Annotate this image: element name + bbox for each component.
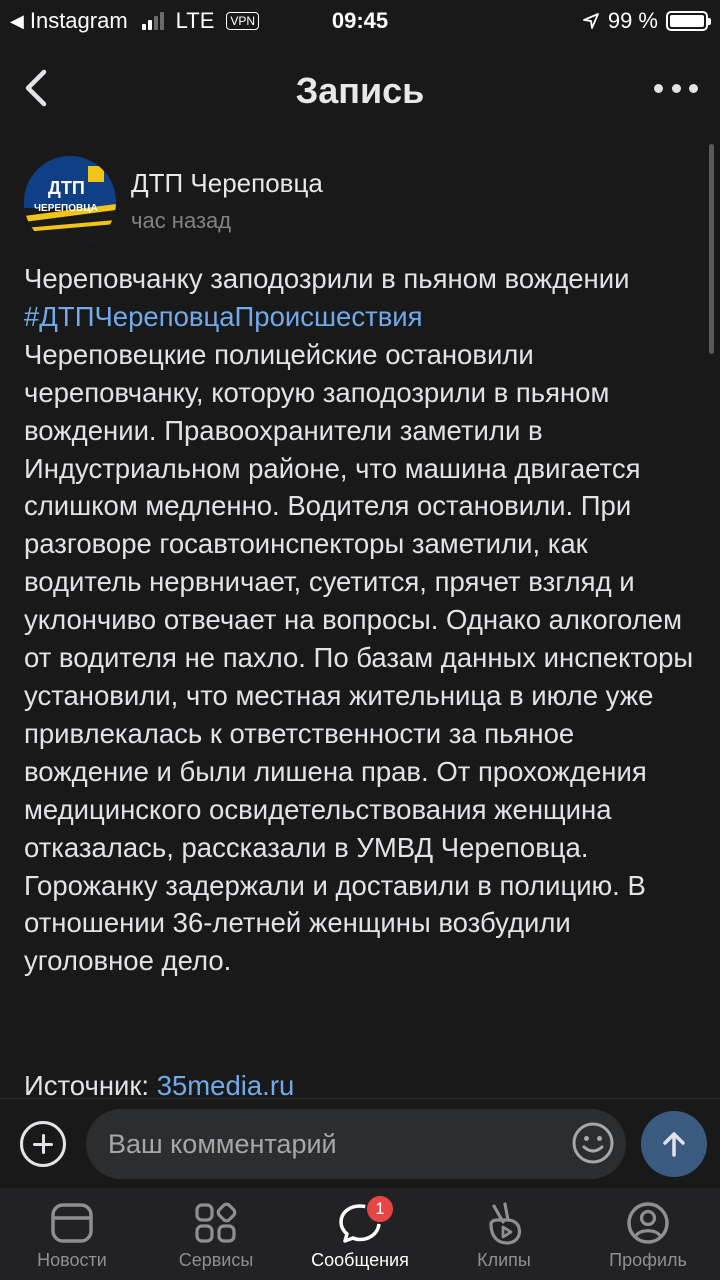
tab-news[interactable]: Новости	[0, 1188, 144, 1280]
location-arrow-icon	[582, 13, 599, 29]
post-source: Источник: 35media.ru	[24, 1068, 294, 1098]
tab-label: Сервисы	[178, 1250, 254, 1270]
arrow-up-icon	[663, 1132, 685, 1157]
tab-services[interactable]: Сервисы	[144, 1188, 288, 1280]
post: ДТП ЧЕРЕПОВЦА ДТП Череповца час назад Че…	[0, 128, 720, 1098]
news-icon	[51, 1203, 93, 1243]
tab-label: Сообщения	[311, 1250, 409, 1270]
services-icon	[195, 1202, 237, 1243]
add-attachment-button[interactable]	[20, 1121, 66, 1167]
post-author[interactable]: ДТП ЧЕРЕПОВЦА ДТП Череповца час назад	[24, 156, 684, 256]
page-header: Запись	[0, 48, 720, 128]
send-button[interactable]	[641, 1111, 707, 1177]
clips-icon	[489, 1202, 522, 1245]
post-body: Череповецкие полицейские остановили чере…	[24, 338, 694, 977]
author-name[interactable]: ДТП Череповца	[131, 168, 323, 199]
tab-messages[interactable]: 1 Сообщения	[288, 1188, 432, 1280]
scrollbar[interactable]	[709, 144, 714, 354]
tab-bar: Новости Сервисы 1 Сообщения Клипы Профил…	[0, 1188, 720, 1280]
dot-icon	[689, 83, 698, 93]
dot-icon	[671, 83, 681, 93]
profile-icon	[627, 1202, 669, 1244]
community-logo: ДТП ЧЕРЕПОВЦА	[24, 156, 116, 248]
source-link[interactable]: 35media.ru	[157, 1070, 295, 1098]
emoji-button[interactable]	[571, 1121, 615, 1165]
status-bar: ◀ Instagram LTE VPN 09:45 99 %	[0, 0, 720, 40]
source-label: Источник:	[24, 1070, 150, 1098]
post-text: Череповчанку заподозрили в пьяном вожден…	[24, 260, 696, 980]
battery-fill	[670, 15, 704, 27]
unread-badge: 1	[365, 1194, 395, 1224]
tab-label: Клипы	[477, 1250, 531, 1270]
avatar[interactable]: ДТП ЧЕРЕПОВЦА	[24, 156, 116, 248]
post-headline: Череповчанку заподозрили в пьяном вожден…	[24, 263, 630, 294]
comment-input[interactable]	[86, 1109, 626, 1179]
dot-icon	[654, 83, 663, 93]
battery-percent: 99 %	[607, 8, 658, 33]
tab-label: Профиль	[609, 1250, 687, 1270]
logo-text-top: ДТП	[48, 178, 85, 198]
post-time: час назад	[131, 208, 232, 233]
more-options-button[interactable]	[654, 74, 698, 102]
tab-label: Новости	[37, 1250, 107, 1270]
comment-bar	[0, 1098, 720, 1188]
hashtag-link[interactable]: #ДТПЧереповцаПроисшествия	[24, 298, 696, 336]
logo-text-bottom: ЧЕРЕПОВЦА	[34, 203, 98, 214]
page-title: Запись	[295, 70, 425, 111]
tab-profile[interactable]: Профиль	[576, 1188, 720, 1280]
battery-icon	[666, 11, 711, 31]
status-right: 99 %	[582, 8, 711, 34]
tab-clips[interactable]: Клипы	[432, 1188, 576, 1280]
smiley-icon	[572, 1122, 614, 1164]
